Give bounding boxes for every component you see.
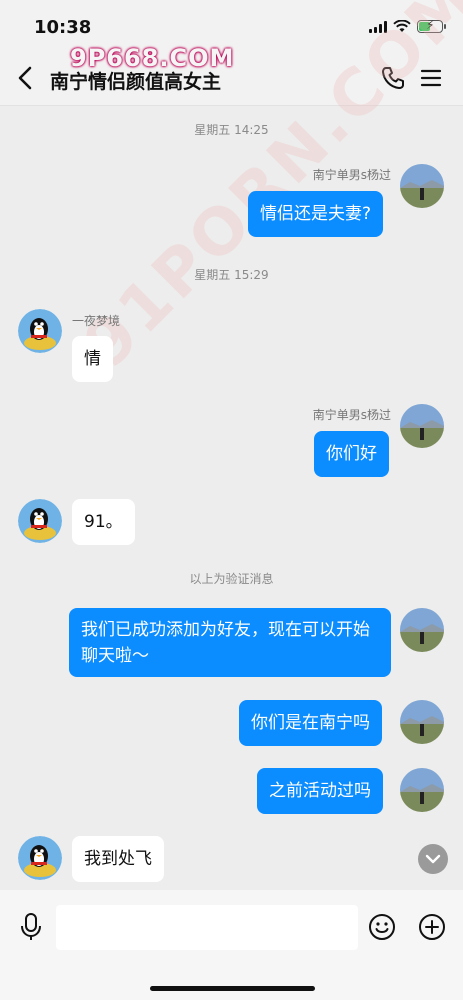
plus-circle-icon[interactable] (418, 913, 446, 941)
landscape-avatar-icon (400, 608, 444, 652)
contact-avatar[interactable] (18, 309, 62, 353)
timestamp: 星期五 14:25 (194, 123, 269, 137)
home-indicator (150, 986, 315, 991)
landscape-avatar-icon (400, 768, 444, 812)
landscape-avatar-icon (400, 404, 444, 448)
message-bubble-outgoing[interactable]: 我们已成功添加为好友，现在可以开始聊天啦～ (69, 608, 391, 677)
contact-avatar[interactable] (18, 836, 62, 880)
timestamp: 星期五 15:29 (194, 268, 269, 282)
penguin-avatar-icon (18, 836, 62, 880)
input-bar (0, 890, 463, 1000)
self-avatar[interactable] (400, 404, 444, 448)
smiley-icon[interactable] (368, 913, 396, 941)
chevron-down-icon (425, 854, 441, 864)
scroll-to-bottom-button[interactable] (418, 844, 448, 874)
status-time: 10:38 (34, 17, 92, 38)
landscape-avatar-icon (400, 164, 444, 208)
watermark-logo: 9P668.COM (70, 44, 235, 72)
message-bubble-outgoing[interactable]: 之前活动过吗 (257, 768, 383, 814)
message-bubble-incoming[interactable]: 我到处飞 (72, 836, 164, 882)
landscape-avatar-icon (400, 700, 444, 744)
microphone-icon[interactable] (18, 912, 44, 942)
sender-name: 南宁单男s杨过 (312, 408, 391, 422)
message-bubble-incoming[interactable]: 情 (72, 336, 113, 382)
back-icon[interactable] (12, 62, 40, 94)
contact-avatar[interactable] (18, 499, 62, 543)
message-bubble-incoming[interactable]: 91。 (72, 499, 135, 545)
penguin-avatar-icon (18, 309, 62, 353)
system-notice: 以上为验证消息 (189, 572, 274, 586)
message-bubble-outgoing[interactable]: 你们好 (314, 431, 389, 477)
self-avatar[interactable] (400, 608, 444, 652)
message-bubble-outgoing[interactable]: 情侣还是夫妻? (248, 191, 384, 237)
sender-name: 南宁单男s杨过 (312, 168, 391, 182)
message-bubble-outgoing[interactable]: 你们是在南宁吗 (239, 700, 382, 746)
self-avatar[interactable] (400, 700, 444, 744)
self-avatar[interactable] (400, 164, 444, 208)
message-input[interactable] (56, 905, 358, 950)
sender-name: 一夜梦境 (72, 314, 121, 328)
penguin-avatar-icon (18, 499, 62, 543)
self-avatar[interactable] (400, 768, 444, 812)
